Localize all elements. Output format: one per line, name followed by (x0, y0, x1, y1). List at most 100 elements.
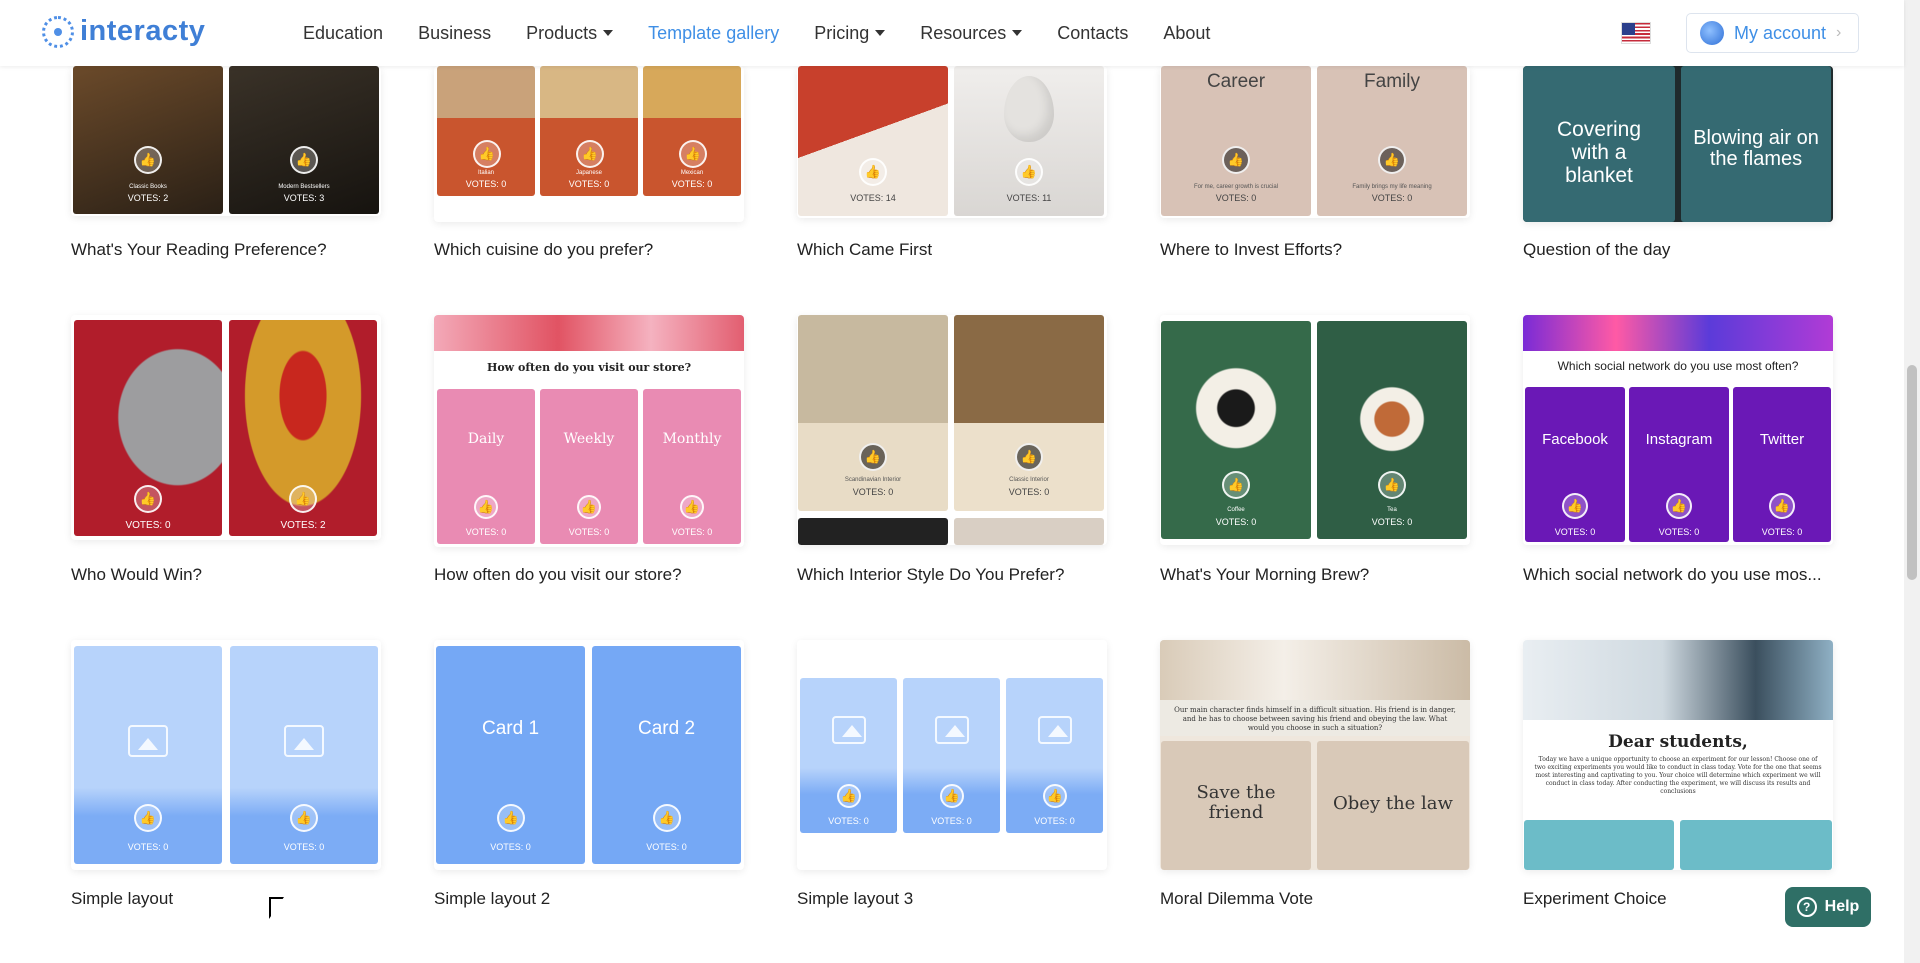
thumbs-up-icon[interactable]: 👍 (940, 784, 964, 808)
thumbs-up-icon[interactable]: 👍 (134, 804, 162, 832)
interacty-logo[interactable]: interacty (42, 15, 205, 48)
nav-business[interactable]: Business (418, 23, 491, 44)
option-label: Italian (477, 170, 494, 176)
thumbs-up-icon[interactable]: 👍 (859, 443, 887, 471)
thumbs-up-icon[interactable]: 👍 (837, 784, 861, 808)
option-label: Coffee (1227, 507, 1245, 513)
template-title[interactable]: Which Interior Style Do You Prefer? (797, 565, 1107, 585)
template-preview[interactable]: 👍 VOTES: 0 👍 VOTES: 0 (71, 640, 381, 870)
nav-about[interactable]: About (1163, 23, 1210, 44)
template-preview[interactable]: Our main character finds himself in a di… (1160, 640, 1470, 870)
vote-option-tile: Family 👍 Family brings my life meaning V… (1317, 66, 1467, 216)
thumbs-up-icon[interactable]: 👍 (680, 495, 704, 519)
help-button[interactable]: ? Help (1785, 887, 1871, 927)
template-title[interactable]: Simple layout 3 (797, 889, 1107, 909)
thumbs-up-icon[interactable]: 👍 (679, 140, 707, 168)
template-preview[interactable]: Dear students, Today we have a unique op… (1523, 640, 1833, 870)
thumbs-up-icon[interactable]: 👍 (1378, 471, 1406, 499)
nav-template-gallery[interactable]: Template gallery (648, 23, 779, 44)
template-title[interactable]: Which cuisine do you prefer? (434, 240, 744, 260)
template-title[interactable]: How often do you visit our store? (434, 565, 744, 585)
template-title[interactable]: What's Your Morning Brew? (1160, 565, 1470, 585)
vote-option-tile: 👍 VOTES: 0 (74, 646, 222, 864)
heading-text: Dear students, (1608, 732, 1748, 752)
thumbs-up-icon[interactable]: 👍 (577, 495, 601, 519)
votes-count: VOTES: 0 (852, 487, 894, 497)
votes-count: VOTES: 0 (1761, 527, 1803, 537)
thumbs-up-icon[interactable]: 👍 (473, 140, 501, 168)
template-title[interactable]: Simple layout (71, 889, 381, 909)
thumbs-up-icon[interactable]: 👍 (1222, 471, 1250, 499)
template-preview[interactable]: Career 👍 For me, career growth is crucia… (1160, 66, 1470, 218)
question-icon: ? (1796, 897, 1817, 917)
template-preview[interactable]: 👍 Coffee VOTES: 0 👍 Tea VOTES: 0 (1160, 315, 1470, 545)
option-label: Scandinavian Interior (844, 477, 902, 483)
template-title[interactable]: Which social network do you use mos... (1523, 565, 1833, 585)
template-title[interactable]: Moral Dilemma Vote (1160, 889, 1470, 909)
thumbs-up-icon[interactable]: 👍 (497, 804, 525, 832)
template-title[interactable]: What's Your Reading Preference? (71, 240, 381, 260)
thumbs-up-icon[interactable]: 👍 (289, 485, 317, 513)
chevron-down-icon (1012, 30, 1023, 36)
nav-resources[interactable]: Resources (920, 23, 1023, 44)
vote-option-tile: 👍 VOTES: 0 (230, 646, 378, 864)
thumbs-up-icon[interactable]: 👍 (653, 804, 681, 832)
thumbs-up-icon[interactable]: 👍 (1666, 493, 1692, 519)
template-title[interactable]: Who Would Win? (71, 565, 381, 585)
brand-name: interacty (80, 15, 206, 47)
template-preview[interactable]: Card 1 👍 VOTES: 0 Card 2 👍 VOTES: 0 (434, 640, 744, 870)
votes-count: VOTES: 0 (568, 179, 610, 189)
template-title[interactable]: Simple layout 2 (434, 889, 744, 909)
template-preview[interactable]: How often do you visit our store? Daily … (434, 315, 744, 547)
thumbs-up-icon[interactable]: 👍 (1222, 146, 1250, 174)
option-label: Card 2 (637, 718, 696, 739)
vote-option-tile: 👍 VOTES: 14 (798, 66, 948, 216)
thumbs-up-icon[interactable]: 👍 (134, 146, 162, 174)
thumbs-up-icon[interactable]: 👍 (474, 495, 498, 519)
thumbs-up-icon[interactable]: 👍 (576, 140, 604, 168)
option-label: Instagram (1645, 431, 1713, 448)
body-text: Today we have a unique opportunity to ch… (1534, 756, 1822, 795)
chevron-right-icon: › (1836, 24, 1842, 41)
votes-count: VOTES: 0 (1371, 193, 1413, 203)
thumbs-up-icon[interactable]: 👍 (134, 485, 162, 513)
option-label: Save the friend (1196, 782, 1276, 823)
banner-image (1523, 315, 1833, 351)
banner-image (434, 315, 744, 351)
vote-option-tile: 👍 Italian VOTES: 0 (437, 66, 535, 196)
thumbs-up-icon[interactable]: 👍 (859, 158, 887, 186)
thumbs-up-icon[interactable]: 👍 (1562, 493, 1588, 519)
template-preview[interactable]: 👍 VOTES: 0 👍 VOTES: 0 👍 VOTES: 0 (797, 640, 1107, 870)
template-title[interactable]: Question of the day (1523, 240, 1833, 260)
thumbs-up-icon[interactable]: 👍 (1043, 784, 1067, 808)
scrollbar-thumb[interactable] (1907, 365, 1917, 580)
votes-count: VOTES: 2 (280, 520, 326, 531)
banner-image (1523, 640, 1833, 720)
template-preview[interactable]: 👍 Italian VOTES: 0 👍 Japanese VOTES: 0 👍… (434, 66, 744, 222)
thumbs-up-icon[interactable]: 👍 (290, 804, 318, 832)
template-preview[interactable]: 👍 VOTES: 0 👍 VOTES: 2 (71, 315, 381, 540)
template-title[interactable]: Where to Invest Efforts? (1160, 240, 1470, 260)
votes-count: VOTES: 0 (1371, 517, 1413, 527)
template-preview[interactable]: 👍 Classic Books VOTES: 2 👍 Modern Bestse… (71, 66, 381, 216)
nav-pricing[interactable]: Pricing (814, 23, 886, 44)
template-preview[interactable]: Covering with a blanket Blowing air on t… (1523, 66, 1833, 222)
logo-icon (42, 15, 74, 48)
template-preview[interactable]: Which social network do you use most oft… (1523, 315, 1833, 545)
thumbs-up-icon[interactable]: 👍 (1769, 493, 1795, 519)
us-flag-icon[interactable] (1621, 22, 1651, 44)
thumbs-up-icon[interactable]: 👍 (290, 146, 318, 174)
nav-contacts[interactable]: Contacts (1057, 23, 1128, 44)
my-account-button[interactable]: My account › (1686, 13, 1859, 53)
nav-education[interactable]: Education (303, 23, 383, 44)
image-placeholder-icon (128, 725, 168, 757)
thumbs-up-icon[interactable]: 👍 (1015, 443, 1043, 471)
template-preview[interactable]: 👍 Scandinavian Interior VOTES: 0 👍 Class… (797, 315, 1107, 545)
thumbs-up-icon[interactable]: 👍 (1015, 158, 1043, 186)
nav-products[interactable]: Products (526, 23, 614, 44)
votes-count: VOTES: 11 (1006, 193, 1052, 203)
option-label: Career (1206, 71, 1266, 92)
template-preview[interactable]: 👍 VOTES: 14 👍 VOTES: 11 (797, 66, 1107, 218)
template-title[interactable]: Which Came First (797, 240, 1107, 260)
thumbs-up-icon[interactable]: 👍 (1378, 146, 1406, 174)
